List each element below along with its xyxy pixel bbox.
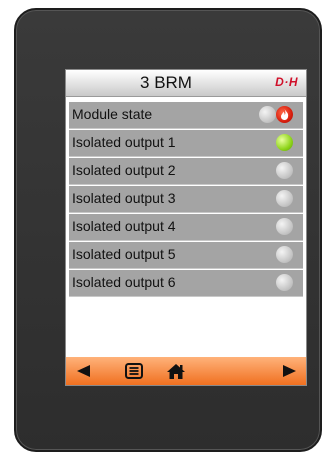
list-item-module-state[interactable]: Module state <box>69 102 303 129</box>
back-button[interactable] <box>72 363 94 379</box>
list-item-label: Module state <box>72 106 153 122</box>
home-icon <box>167 363 185 379</box>
list-item-isolated-output-5[interactable]: Isolated output 5 <box>69 242 303 269</box>
arrow-left-icon <box>76 365 90 377</box>
title-bar: 3 BRM D·H <box>66 70 306 97</box>
status-led-off-icon <box>276 218 293 235</box>
status-led-off-icon <box>276 274 293 291</box>
list-item-isolated-output-6[interactable]: Isolated output 6 <box>69 270 303 297</box>
list-item-isolated-output-2[interactable]: Isolated output 2 <box>69 158 303 185</box>
flame-icon <box>281 109 289 120</box>
list-item-label: Isolated output 2 <box>72 162 176 178</box>
status-led-off-icon <box>276 246 293 263</box>
list-item-label: Isolated output 3 <box>72 190 176 206</box>
list-item-label: Isolated output 1 <box>72 134 176 150</box>
menu-list-button[interactable] <box>124 363 144 379</box>
list-item-isolated-output-3[interactable]: Isolated output 3 <box>69 186 303 213</box>
home-button[interactable] <box>165 363 187 379</box>
navigation-bar <box>66 357 306 385</box>
list-item-isolated-output-4[interactable]: Isolated output 4 <box>69 214 303 241</box>
status-led-off-icon <box>276 190 293 207</box>
device-frame: 3 BRM D·H Module state Isolated output 1… <box>14 8 322 452</box>
list-item-label: Isolated output 4 <box>72 218 176 234</box>
brand-logo: D·H <box>275 75 298 89</box>
forward-button[interactable] <box>278 363 300 379</box>
status-led-off-icon <box>259 106 276 123</box>
list-item-label: Isolated output 5 <box>72 246 176 262</box>
status-led-on-icon <box>276 134 293 151</box>
page-title: 3 BRM <box>140 73 192 92</box>
touch-screen: 3 BRM D·H Module state Isolated output 1… <box>65 69 307 386</box>
status-led-off-icon <box>276 162 293 179</box>
list-icon <box>125 363 143 379</box>
status-list: Module state Isolated output 1 Isolated … <box>69 102 303 298</box>
list-item-isolated-output-1[interactable]: Isolated output 1 <box>69 130 303 157</box>
list-item-label: Isolated output 6 <box>72 274 176 290</box>
arrow-right-icon <box>282 365 296 377</box>
